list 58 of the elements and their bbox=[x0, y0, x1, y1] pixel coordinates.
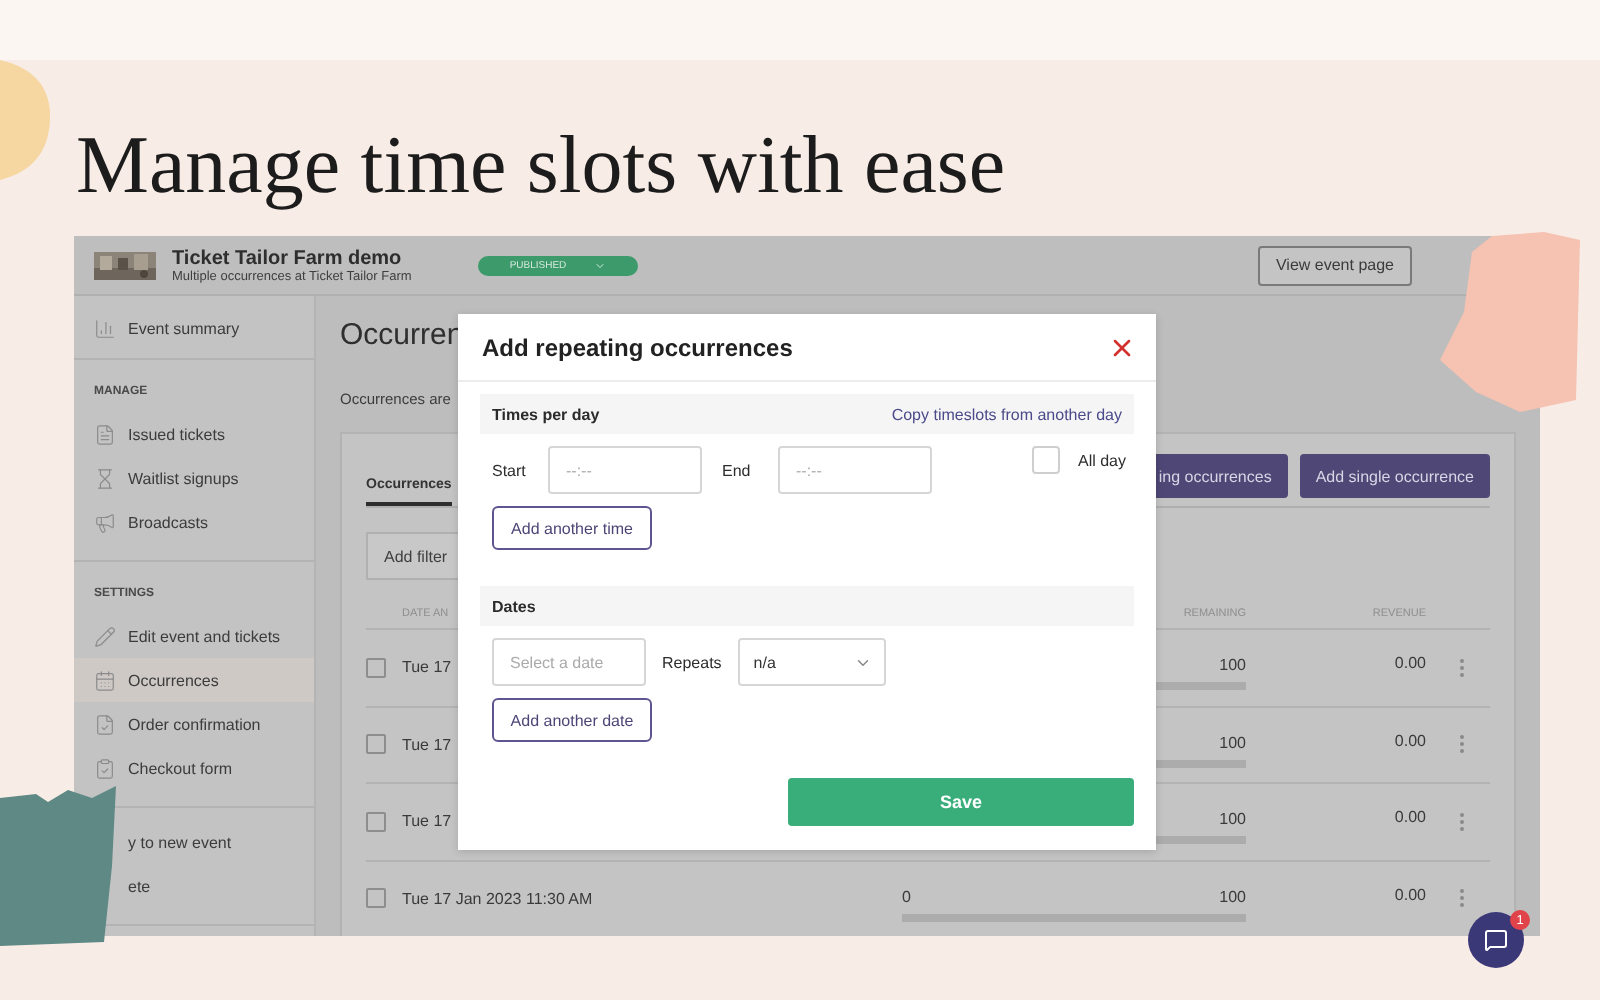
add-time-button[interactable]: Add another time bbox=[492, 506, 652, 550]
paper-shape bbox=[0, 60, 52, 180]
revenue-cell: 0.00 bbox=[1394, 808, 1426, 827]
revenue-cell: 0.00 bbox=[1394, 885, 1426, 904]
field-label: Start bbox=[492, 461, 528, 479]
remaining-cell: 100 bbox=[1219, 810, 1246, 829]
caret-icon bbox=[594, 259, 607, 271]
remaining-cell: 100 bbox=[1219, 733, 1246, 752]
repeats-select[interactable]: n/a bbox=[737, 638, 886, 686]
revenue-cell: 0.00 bbox=[1394, 731, 1426, 750]
page-heading: Occurren bbox=[340, 316, 464, 356]
end-time-field[interactable]: --:-- bbox=[778, 446, 932, 494]
date-cell: Tue 17 bbox=[402, 735, 452, 754]
revenue-cell: 0.00 bbox=[1394, 654, 1426, 673]
remaining-cell: 100 bbox=[1219, 656, 1246, 675]
chat-icon bbox=[1484, 928, 1508, 952]
section-header: Dates bbox=[480, 586, 1134, 626]
view-event-button[interactable]: View event page bbox=[1257, 245, 1412, 285]
date-cell: Tue 17 bbox=[402, 812, 452, 831]
headline: Manage time slots with ease bbox=[76, 116, 1006, 212]
section-header: Times per day Copy timeslots from another day bbox=[480, 394, 1134, 434]
row-checkbox[interactable] bbox=[366, 811, 386, 832]
field-label: End bbox=[722, 461, 753, 479]
event-title: Ticket Tailor Farm demo bbox=[172, 247, 404, 269]
add-date-button[interactable]: Add another date bbox=[492, 698, 652, 742]
date-field[interactable]: Select a date bbox=[492, 638, 646, 686]
row-checkbox[interactable] bbox=[366, 657, 386, 678]
megaphone-icon bbox=[94, 511, 116, 533]
sidebar-item[interactable]: ete bbox=[122, 864, 314, 908]
document-icon bbox=[94, 423, 116, 445]
date-cell: Tue 17 bbox=[402, 658, 452, 677]
start-time-field[interactable]: --:-- bbox=[548, 446, 702, 494]
all-day-checkbox[interactable] bbox=[1031, 446, 1060, 474]
hourglass-icon bbox=[94, 467, 116, 489]
date-cell: Tue 17 Jan 2023 11:30 AM bbox=[402, 889, 593, 908]
bar-chart-icon bbox=[94, 317, 116, 339]
remaining-cell: 100 bbox=[1219, 887, 1246, 906]
sidebar-item[interactable]: Issued tickets bbox=[74, 412, 314, 456]
sidebar-item[interactable]: Waitlist signups bbox=[74, 456, 314, 500]
row-checkbox[interactable] bbox=[366, 734, 386, 755]
checkbox-label: All day bbox=[1077, 451, 1126, 469]
field-label: Repeats bbox=[662, 653, 722, 671]
sidebar-item[interactable]: Event summary bbox=[74, 306, 314, 350]
calendar-icon bbox=[94, 669, 116, 691]
sidebar-item[interactable]: Broadcasts bbox=[74, 500, 314, 544]
sold-cell: 0 bbox=[902, 887, 911, 906]
sidebar-item[interactable]: Order confirmation bbox=[74, 702, 314, 746]
sidebar-item[interactable]: y to new event bbox=[122, 820, 314, 864]
sidebar-item[interactable]: Edit event and tickets bbox=[74, 614, 314, 658]
modal-title: Add repeating occurrences bbox=[482, 333, 793, 361]
sidebar-item[interactable]: Checkout form bbox=[74, 746, 314, 790]
clipboard-icon bbox=[94, 757, 116, 779]
document-check-icon bbox=[94, 713, 116, 735]
copy-timeslots-link[interactable]: Copy timeslots from another day bbox=[891, 405, 1122, 423]
sidebar-item[interactable]: Occurrences bbox=[74, 658, 314, 702]
add-occurrence-button[interactable]: Add single occurrence bbox=[1299, 454, 1490, 498]
row-checkbox[interactable] bbox=[366, 888, 386, 909]
pencil-icon bbox=[94, 625, 116, 647]
